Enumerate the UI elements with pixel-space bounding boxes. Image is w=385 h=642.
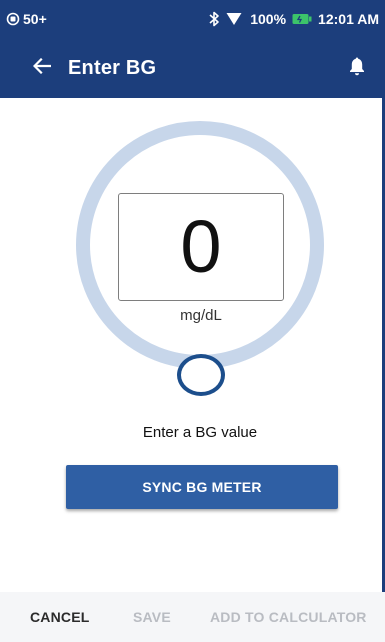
status-time: 12:01 AM (318, 11, 379, 27)
status-left: 50+ (6, 11, 47, 27)
bg-value: 0 (180, 205, 222, 288)
save-button[interactable]: SAVE (133, 609, 171, 625)
signal-icon (226, 12, 242, 26)
status-right: 100% 12:01 AM (208, 11, 379, 27)
bg-value-display[interactable]: 0 (118, 193, 284, 301)
bg-unit-label: mg/dL (180, 307, 222, 324)
page-title: Enter BG (68, 56, 157, 79)
pod-status-icon (6, 12, 20, 26)
bell-icon (349, 56, 365, 81)
sync-bg-meter-button[interactable]: SYNC BG METER (66, 465, 338, 509)
battery-percent: 100% (250, 11, 287, 27)
action-bar: CANCEL SAVE ADD TO CALCULATOR (0, 592, 385, 642)
status-left-text: 50+ (23, 11, 47, 27)
edge-divider (377, 98, 385, 592)
screen: 50+ 100% 12:01 AM Enter BG 0 mg/dL Enter… (0, 0, 385, 642)
notifications-button[interactable] (341, 46, 373, 90)
arrow-left-icon (32, 57, 52, 79)
cancel-button[interactable]: CANCEL (30, 609, 90, 625)
add-to-calculator-button[interactable]: ADD TO CALCULATOR (210, 609, 367, 625)
status-bar: 50+ 100% 12:01 AM (0, 0, 385, 38)
bg-dial-handle[interactable] (177, 354, 225, 396)
back-button[interactable] (20, 46, 64, 90)
bg-prompt: Enter a BG value (142, 424, 258, 441)
bluetooth-icon (208, 11, 220, 27)
app-bar: Enter BG (0, 38, 385, 98)
battery-icon (292, 13, 312, 25)
